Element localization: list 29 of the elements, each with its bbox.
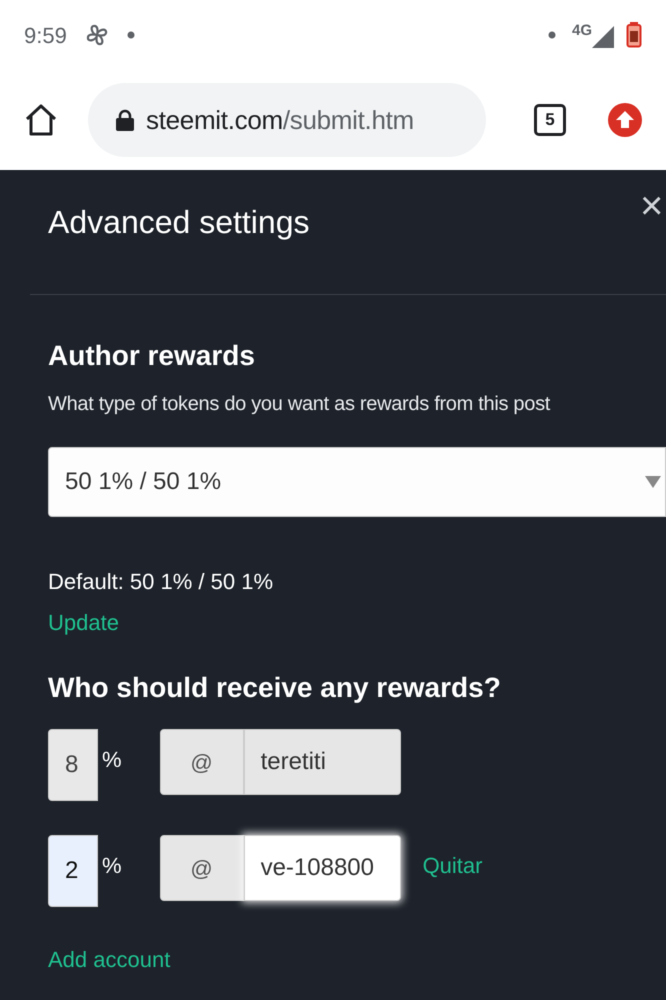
lock-icon [116,109,134,131]
notification-dot-icon [126,31,135,39]
section-heading: Author rewards [48,339,256,373]
at-sign: @ [160,835,244,901]
at-sign: @ [160,729,244,795]
address-bar[interactable]: steemit.com/submit.htm [88,83,486,157]
dropdown-caret-icon [645,476,661,488]
network-type: 4G [572,21,592,41]
account-field[interactable]: ve-108800 [244,835,401,901]
add-account-link[interactable]: Add account [48,943,170,976]
notification-dot-icon [548,31,556,39]
reward-type-select[interactable]: 50 1% / 50 1% [48,447,666,517]
dialog-title: Advanced settings [48,203,310,242]
default-text: Default: 50 1% / 50 1% [48,568,274,596]
signal-icon [592,26,614,48]
section-heading: Who should receive any rewards? [48,671,502,705]
percent-sign: % [102,852,122,880]
upload-icon[interactable] [608,103,642,137]
percent-field[interactable]: 2 [48,835,98,907]
tab-count-button[interactable]: 5 [534,104,566,136]
remove-link[interactable]: Quitar [422,849,482,882]
home-icon[interactable] [24,103,58,137]
url-text: steemit.com/submit.htm [146,104,414,136]
clock-time: 9:59 [24,22,67,50]
update-link[interactable]: Update [48,606,119,639]
description-text: What type of tokens do you want as rewards from this post [48,392,552,417]
percent-sign: % [102,746,122,774]
battery-icon [626,22,642,48]
close-button[interactable]: × [640,186,664,226]
